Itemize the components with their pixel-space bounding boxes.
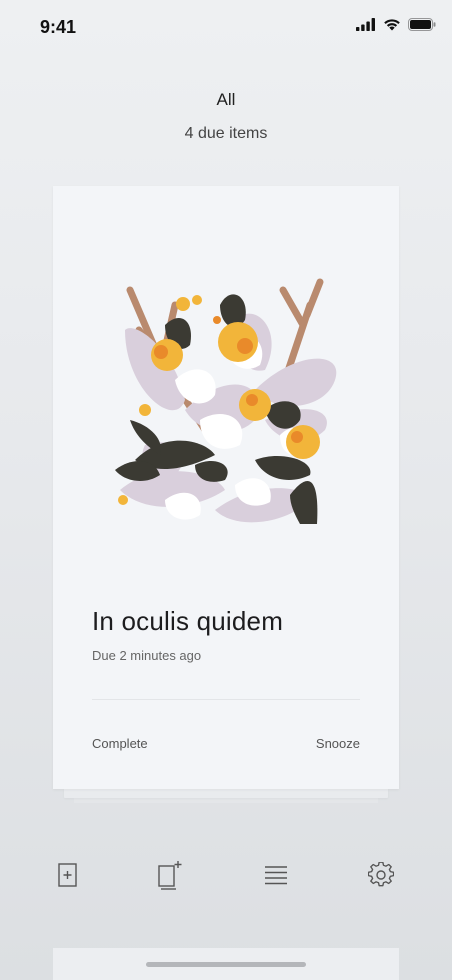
card-divider bbox=[92, 699, 360, 700]
card-due-text: Due 2 minutes ago bbox=[92, 648, 202, 663]
settings-button[interactable] bbox=[366, 858, 396, 892]
new-deck-icon bbox=[158, 861, 182, 890]
add-card-button[interactable] bbox=[53, 858, 83, 892]
wifi-icon bbox=[384, 19, 400, 31]
add-card-icon bbox=[58, 863, 77, 887]
gear-icon bbox=[368, 862, 394, 887]
card-title: In oculis quidem bbox=[92, 606, 284, 636]
bottom-toolbar bbox=[0, 858, 452, 892]
page-title: All bbox=[216, 90, 236, 109]
status-bar: 9:41 bbox=[0, 0, 452, 56]
list-icon bbox=[265, 866, 287, 885]
list-button[interactable] bbox=[261, 858, 291, 892]
card-stack-middle bbox=[64, 788, 388, 798]
battery-icon bbox=[408, 18, 436, 31]
home-indicator[interactable] bbox=[146, 962, 306, 967]
status-icons bbox=[356, 18, 436, 31]
new-deck-button[interactable] bbox=[154, 858, 184, 892]
due-count: 4 due items bbox=[184, 125, 268, 142]
flower-illustration bbox=[115, 278, 337, 524]
flashcard[interactable]: In oculis quidem Due 2 minutes ago Compl… bbox=[53, 186, 399, 789]
snooze-button[interactable]: Snooze bbox=[316, 736, 360, 751]
signal-icon bbox=[356, 18, 375, 31]
complete-button[interactable]: Complete bbox=[92, 736, 148, 751]
status-time: 9:41 bbox=[40, 17, 77, 37]
